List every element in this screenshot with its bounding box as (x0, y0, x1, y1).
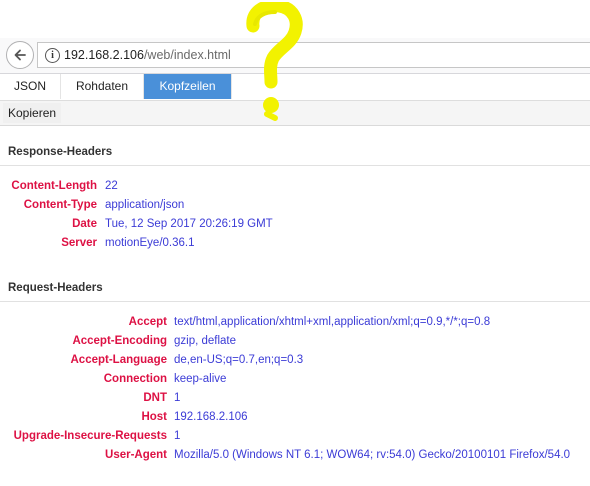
header-row: Content-Type application/json (0, 196, 590, 214)
request-headers-title: Request-Headers (8, 282, 103, 294)
back-arrow-icon (14, 49, 26, 61)
response-headers-title: Response-Headers (8, 146, 113, 158)
header-name: Server (61, 237, 97, 249)
url-host: 192.168.2.106 (64, 48, 144, 62)
header-name: Connection (103, 373, 167, 385)
header-name: Content-Type (23, 199, 97, 211)
back-button[interactable] (6, 41, 34, 69)
header-row: Content-Length 22 (0, 177, 590, 195)
header-row: Date Tue, 12 Sep 2017 20:26:19 GMT (0, 215, 590, 233)
section-divider (0, 301, 590, 302)
copy-button[interactable]: Kopieren (3, 103, 62, 123)
header-value: application/json (105, 199, 185, 211)
header-value: text/html,application/xhtml+xml,applicat… (174, 316, 491, 328)
header-value: Mozilla/5.0 (Windows NT 6.1; WOW64; rv:5… (174, 449, 571, 461)
tab-json[interactable]: JSON (0, 74, 61, 99)
header-value: Tue, 12 Sep 2017 20:26:19 GMT (105, 218, 273, 230)
header-name: Date (72, 218, 97, 230)
header-name: Host (141, 411, 167, 423)
header-row: Accept-Encoding gzip, deflate (0, 332, 590, 350)
site-info-icon[interactable]: i (45, 48, 60, 63)
header-name: Accept (128, 316, 167, 328)
header-value: 192.168.2.106 (174, 411, 248, 423)
header-name: Upgrade-Insecure-Requests (13, 430, 167, 442)
section-divider (0, 165, 590, 166)
header-row: Accept text/html,application/xhtml+xml,ap… (0, 313, 590, 331)
header-row: Server motionEye/0.36.1 (0, 234, 590, 252)
header-value: 22 (105, 180, 118, 192)
header-row: Upgrade-Insecure-Requests 1 (0, 427, 590, 445)
header-name: Accept-Encoding (72, 335, 167, 347)
header-name: Accept-Language (70, 354, 168, 366)
header-row: User-Agent Mozilla/5.0 (Windows NT 6.1; W… (0, 446, 590, 464)
question-mark-annotation-icon (246, 2, 303, 121)
header-value: de,en-US;q=0.7,en;q=0.3 (174, 354, 304, 366)
header-value: keep-alive (174, 373, 227, 385)
url-path: /web/index.html (143, 48, 231, 62)
header-name: User-Agent (105, 449, 167, 461)
tab-raw-data[interactable]: Rohdaten (61, 74, 144, 99)
tab-headers[interactable]: Kopfzeilen (144, 74, 232, 99)
header-row: Host 192.168.2.106 (0, 408, 590, 426)
address-bar[interactable]: i 192.168.2.106/web/index.html (37, 42, 590, 68)
header-name: DNT (143, 392, 167, 404)
header-value: 1 (174, 392, 181, 404)
header-value: 1 (174, 430, 181, 442)
header-row: DNT 1 (0, 389, 590, 407)
header-row: Accept-Language de,en-US;q=0.7,en;q=0.3 (0, 351, 590, 369)
header-row: Connection keep-alive (0, 370, 590, 388)
header-name: Content-Length (11, 180, 97, 192)
header-value: motionEye/0.36.1 (105, 237, 195, 249)
header-value: gzip, deflate (174, 335, 237, 347)
url-text: 192.168.2.106/web/index.html (64, 48, 231, 62)
